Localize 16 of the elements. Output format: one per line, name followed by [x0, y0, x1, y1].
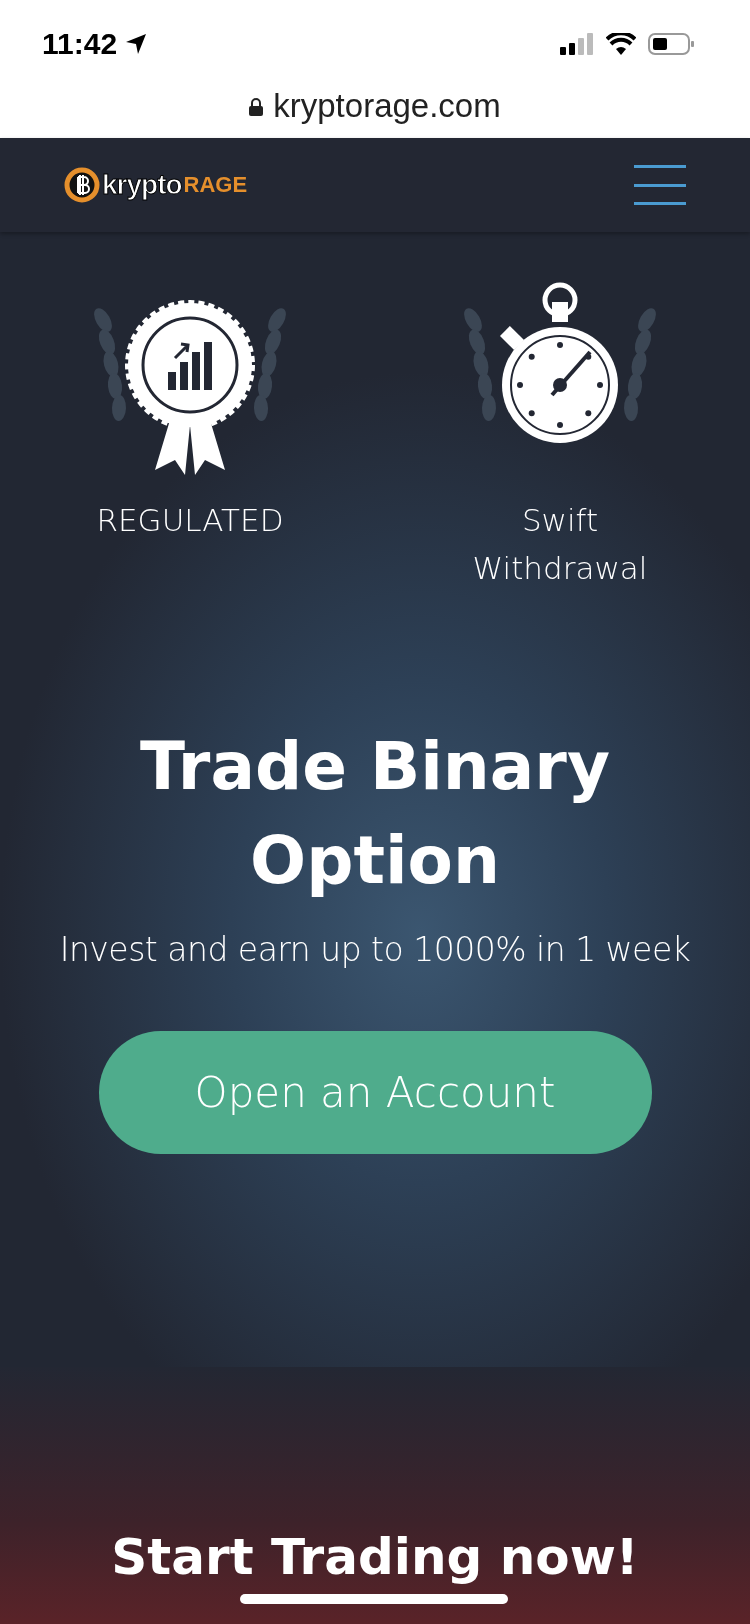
location-arrow-icon: [125, 33, 148, 55]
battery-icon: [648, 33, 694, 55]
logo-text: RAGE: [183, 172, 248, 198]
hero-title: Trade Binary Option: [139, 727, 611, 901]
feature-label: Swift Withdrawal: [471, 501, 649, 588]
wifi-icon: [606, 33, 636, 55]
menu-button[interactable]: [634, 165, 686, 205]
section-heading: Start Trading now!: [111, 1528, 639, 1586]
bitcoin-coin-icon: [64, 167, 100, 203]
lock-icon: [249, 98, 264, 116]
hero-subtitle: Invest and earn up to 1000% in 1 week: [59, 930, 691, 969]
logo-text: krypto: [102, 169, 182, 201]
signal-icon: [560, 33, 594, 55]
site-logo[interactable]: kryptoRAGE: [64, 167, 248, 203]
feature-label: REGULATED: [96, 501, 284, 540]
status-time: 11:42: [42, 27, 118, 61]
